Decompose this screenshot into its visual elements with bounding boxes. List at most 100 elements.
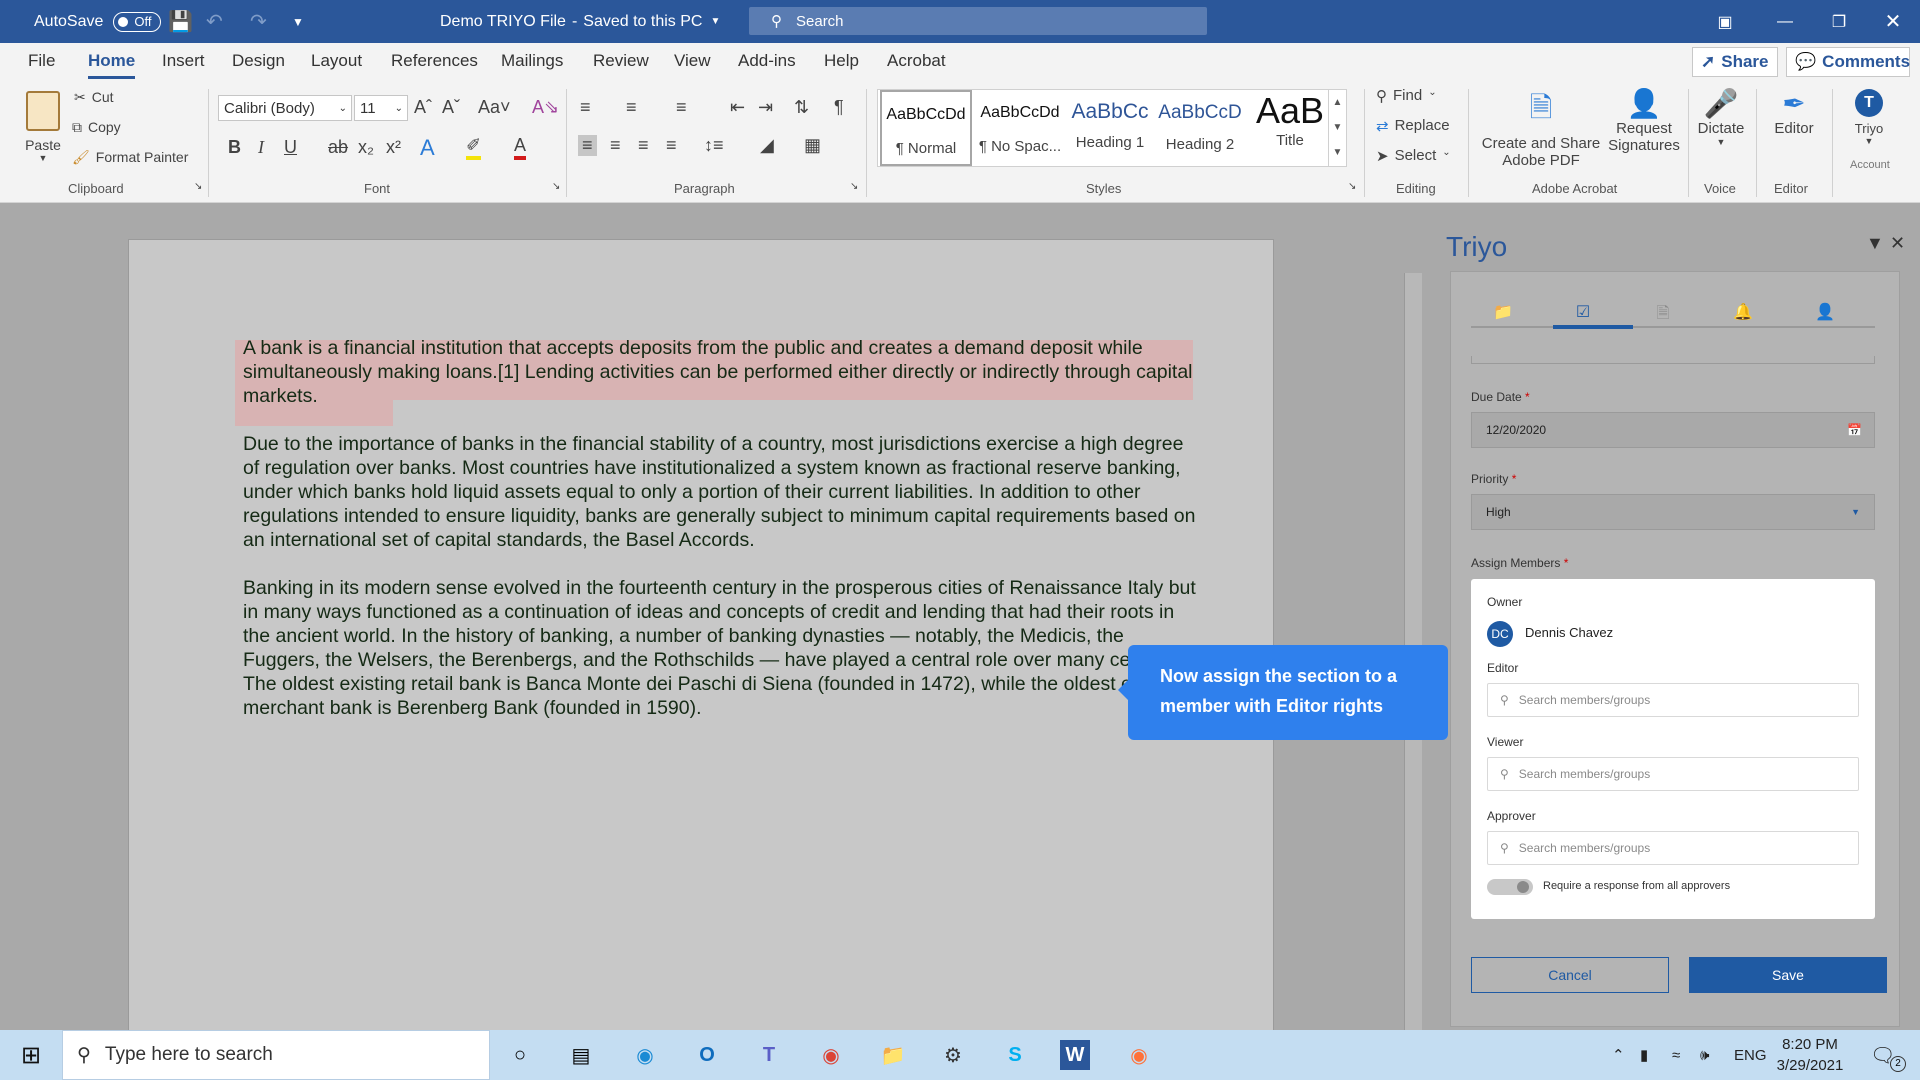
style-heading-2[interactable]: AaBbCcD Heading 2 bbox=[1154, 90, 1246, 166]
dialog-launcher-icon[interactable]: ↘ bbox=[1348, 181, 1356, 192]
tab-layout[interactable]: Layout bbox=[311, 51, 362, 71]
style-heading-1[interactable]: AaBbCc Heading 1 bbox=[1064, 90, 1156, 166]
undo-icon[interactable]: ↶ bbox=[206, 0, 223, 43]
tab-references[interactable]: References bbox=[391, 51, 478, 71]
dialog-launcher-icon[interactable]: ↘ bbox=[552, 181, 560, 192]
strikethrough-icon[interactable]: ab bbox=[328, 137, 348, 158]
grow-font-icon[interactable]: Aˆ bbox=[414, 97, 432, 118]
teams-icon[interactable]: T bbox=[752, 1038, 786, 1072]
tab-file[interactable]: File bbox=[28, 51, 55, 71]
ribbon-display-icon[interactable]: ▣ bbox=[1702, 0, 1748, 43]
font-name-dropdown[interactable]: Calibri (Body) ⌄ bbox=[218, 95, 352, 121]
share-button[interactable]: ➚ Share bbox=[1692, 47, 1778, 77]
borders-icon[interactable]: ▦ bbox=[804, 135, 821, 156]
close-icon[interactable]: ✕ bbox=[1890, 233, 1905, 254]
clock[interactable]: 8:20 PM 3/29/2021 bbox=[1770, 1034, 1850, 1076]
tab-home[interactable]: Home bbox=[88, 51, 136, 79]
close-button[interactable]: ✕ bbox=[1870, 0, 1916, 43]
paste-button[interactable]: Paste ▼ bbox=[20, 89, 66, 179]
style-no-spacing[interactable]: AaBbCcDd ¶ No Spac... bbox=[974, 90, 1066, 166]
tab-design[interactable]: Design bbox=[232, 51, 285, 71]
viewer-search-input[interactable]: ⚲ Search members/groups bbox=[1487, 757, 1859, 791]
chevron-up-icon[interactable]: ⌃ bbox=[1612, 1030, 1625, 1080]
justify-icon[interactable]: ≡ bbox=[666, 135, 677, 156]
folder-icon[interactable]: 📁 bbox=[1491, 302, 1515, 322]
shrink-font-icon[interactable]: Aˇ bbox=[442, 97, 460, 118]
autosave[interactable]: AutoSave Off bbox=[34, 0, 162, 43]
sort-icon[interactable]: ⇅ bbox=[794, 97, 809, 118]
multilevel-list-icon[interactable]: ≡ bbox=[676, 97, 687, 118]
chrome-icon[interactable]: ◉ bbox=[814, 1038, 848, 1072]
paragraph-3[interactable]: Banking in its modern sense evolved in t… bbox=[243, 576, 1203, 720]
bell-icon[interactable]: 🔔 bbox=[1731, 302, 1755, 322]
volume-icon[interactable]: 🕪 bbox=[1700, 1030, 1709, 1080]
dictate-button[interactable]: 🎤 Dictate ▼ bbox=[1694, 87, 1748, 147]
highlight-icon[interactable]: ✐ bbox=[466, 135, 482, 160]
numbering-icon[interactable]: ≡ bbox=[626, 97, 637, 118]
create-share-pdf-button[interactable]: 🗎 Create and Share Adobe PDF bbox=[1478, 87, 1604, 169]
request-signatures-button[interactable]: 👤 Request Signatures bbox=[1604, 87, 1684, 154]
underline-icon[interactable]: U bbox=[284, 137, 297, 158]
pane-options-icon[interactable]: ▼ bbox=[1866, 233, 1884, 254]
restore-button[interactable]: ❐ bbox=[1816, 0, 1862, 43]
save-icon[interactable]: 💾 bbox=[168, 0, 193, 43]
tab-insert[interactable]: Insert bbox=[162, 51, 205, 71]
align-left-icon[interactable]: ≡ bbox=[578, 135, 597, 156]
clear-formatting-icon[interactable]: A⇘ bbox=[532, 97, 559, 118]
superscript-icon[interactable]: x² bbox=[386, 137, 401, 158]
tab-view[interactable]: View bbox=[674, 51, 711, 71]
tab-acrobat[interactable]: Acrobat bbox=[887, 51, 946, 71]
align-right-icon[interactable]: ≡ bbox=[638, 135, 649, 156]
tab-add-ins[interactable]: Add-ins bbox=[738, 51, 796, 71]
subscript-icon[interactable]: x₂ bbox=[358, 137, 374, 158]
style-title[interactable]: AaB Title bbox=[1244, 90, 1336, 166]
triyo-button[interactable]: T Triyo ▼ bbox=[1842, 89, 1896, 146]
format-painter-button[interactable]: 🖌 Format Painter bbox=[72, 149, 188, 166]
decrease-indent-icon[interactable]: ⇤ bbox=[730, 97, 745, 118]
taskbar-search[interactable]: ⚲ Type here to search bbox=[62, 1030, 490, 1080]
windows-start-icon[interactable]: ⊞ bbox=[14, 1038, 48, 1072]
font-color-icon[interactable]: A bbox=[514, 135, 527, 160]
due-date-field[interactable]: 12/20/2020 📅 bbox=[1471, 412, 1875, 448]
dialog-launcher-icon[interactable]: ↘ bbox=[194, 181, 202, 192]
customize-qat-icon[interactable]: ▼ bbox=[292, 0, 304, 43]
align-center-icon[interactable]: ≡ bbox=[610, 135, 621, 156]
increase-indent-icon[interactable]: ⇥ bbox=[758, 97, 773, 118]
comments-button[interactable]: 💬 Comments bbox=[1786, 47, 1910, 77]
tab-mailings[interactable]: Mailings bbox=[501, 51, 563, 71]
battery-icon[interactable]: ▮ bbox=[1640, 1030, 1648, 1080]
edge-icon[interactable]: ◉ bbox=[628, 1038, 662, 1072]
cortana-icon[interactable]: ○ bbox=[503, 1038, 537, 1072]
copy-button[interactable]: ⧉ Copy bbox=[72, 119, 121, 136]
editor-button[interactable]: ✒ Editor bbox=[1762, 87, 1826, 137]
notification-icon[interactable]: 🗨 bbox=[1870, 1030, 1895, 1080]
firefox-icon[interactable]: ◉ bbox=[1122, 1038, 1156, 1072]
user-icon[interactable]: 👤 bbox=[1813, 302, 1837, 322]
task-check-icon[interactable]: ☑ bbox=[1571, 302, 1595, 322]
editor-search-input[interactable]: ⚲ Search members/groups bbox=[1487, 683, 1859, 717]
require-response-toggle[interactable] bbox=[1487, 879, 1533, 895]
font-size-dropdown[interactable]: 11 ⌄ bbox=[354, 95, 408, 121]
cut-button[interactable]: ✂ Cut bbox=[74, 89, 114, 106]
wifi-icon[interactable]: ≈ bbox=[1672, 1030, 1680, 1080]
tab-help[interactable]: Help bbox=[824, 51, 859, 71]
task-view-icon[interactable]: ▤ bbox=[564, 1038, 598, 1072]
gallery-scroll[interactable]: ▲ ▼ ▼ bbox=[1328, 90, 1346, 166]
replace-button[interactable]: ⇄ Replace bbox=[1376, 117, 1450, 135]
paragraph-1[interactable]: A bank is a financial institution that a… bbox=[243, 336, 1203, 408]
style-normal[interactable]: AaBbCcDd ¶ Normal bbox=[880, 90, 972, 166]
pilcrow-icon[interactable]: ¶ bbox=[834, 97, 844, 118]
skype-icon[interactable]: S bbox=[998, 1038, 1032, 1072]
language-indicator[interactable]: ENG bbox=[1734, 1030, 1767, 1080]
minimize-button[interactable]: — bbox=[1762, 0, 1808, 43]
approver-search-input[interactable]: ⚲ Search members/groups bbox=[1487, 831, 1859, 865]
redo-icon[interactable]: ↷ bbox=[250, 0, 267, 43]
bullets-icon[interactable]: ≡ bbox=[580, 97, 591, 118]
paragraph-2[interactable]: Due to the importance of banks in the fi… bbox=[243, 432, 1203, 552]
dialog-launcher-icon[interactable]: ↘ bbox=[850, 181, 858, 192]
settings-gear-icon[interactable]: ⚙ bbox=[936, 1038, 970, 1072]
find-button[interactable]: ⚲ Find ⌄ bbox=[1376, 87, 1437, 105]
document-title[interactable]: Demo TRIYO File - Saved to this PC ▼ bbox=[440, 0, 720, 43]
document-icon[interactable]: 🗎 bbox=[1651, 302, 1675, 322]
shading-icon[interactable]: ◢ bbox=[760, 135, 774, 156]
